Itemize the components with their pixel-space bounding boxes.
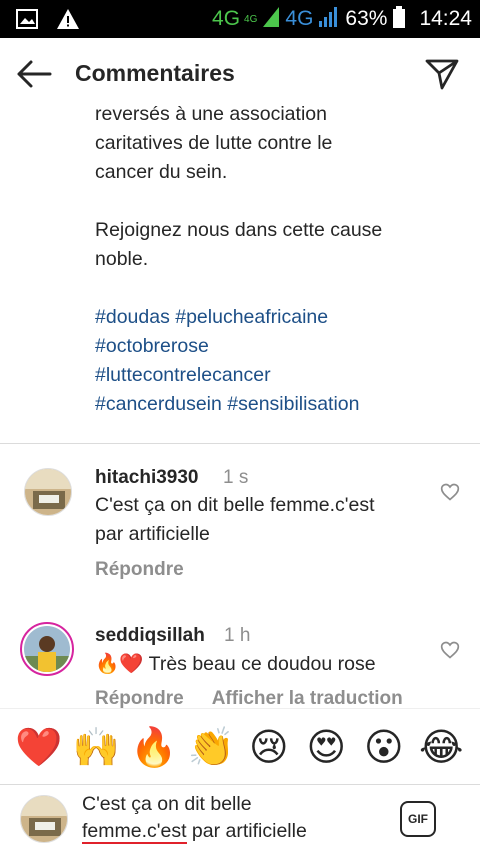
warning-icon (56, 8, 80, 35)
comment-time: 1 s (223, 467, 249, 488)
emoji-surprised-button[interactable]: 😮 (360, 723, 408, 771)
back-button[interactable] (16, 56, 56, 92)
comment-emoji: 🔥❤️ (95, 652, 144, 675)
caption-line: caritatives de lutte contre le (95, 132, 333, 154)
comment-username[interactable]: seddiqsillah (95, 625, 205, 647)
emoji-heart-eyes-button[interactable]: 😍 (302, 723, 350, 771)
comment-username[interactable]: hitachi3930 (95, 467, 199, 489)
signal-icon-2 (319, 6, 339, 32)
page-title: Commentaires (75, 60, 235, 86)
comment-text-line: Très beau ce doudou rose (148, 653, 376, 675)
caption-line: Rejoignez nous dans cette cause (95, 219, 383, 241)
caption-line: cancer du sein. (95, 161, 228, 183)
my-avatar (20, 795, 68, 843)
emoji-clap-button[interactable]: 👏 (187, 723, 235, 771)
comment-actions: Répondre Afficher la traduction (95, 688, 403, 710)
divider (0, 443, 480, 444)
comment-text: 🔥❤️ Très beau ce doudou rose (95, 649, 415, 679)
comment-text-line: par artificielle (95, 523, 210, 545)
comment-composer: C'est ça on dit belle femme.c'est par ar… (0, 784, 480, 854)
comment-input-rest: par artificielle (186, 820, 307, 842)
reply-button[interactable]: Répondre (95, 688, 184, 710)
comment-time: 1 h (224, 625, 251, 646)
avatar[interactable] (20, 622, 74, 676)
network-type-2: 4G (285, 7, 314, 30)
comment-text: C'est ça on dit belle femme.c'est par ar… (95, 491, 415, 549)
network-type-1-sup: 4G (244, 13, 258, 25)
emoji-quick-bar: ❤️ 🙌 🔥 👏 😢 😍 😮 😂 (0, 708, 480, 784)
hashtag-line[interactable]: #luttecontrelecancer (95, 361, 465, 390)
comment-input[interactable]: C'est ça on dit belle femme.c'est par ar… (82, 791, 372, 845)
comment-input-line: femme.c'est par artificielle (82, 818, 372, 845)
emoji-heart-button[interactable]: ❤️ (15, 723, 63, 771)
emoji-cry-button[interactable]: 😢 (245, 723, 293, 771)
gallery-notification-icon (16, 9, 38, 34)
translate-button[interactable]: Afficher la traduction (212, 688, 403, 710)
back-arrow-icon (17, 60, 52, 88)
battery-percent: 63% (345, 7, 388, 30)
emoji-fire-button[interactable]: 🔥 (130, 723, 178, 771)
emoji-raised-hands-button[interactable]: 🙌 (72, 723, 120, 771)
clock: 14:24 (419, 7, 472, 30)
like-heart-icon[interactable] (440, 482, 460, 502)
comment-text-line: C'est ça on dit belle femme.c'est (95, 494, 375, 516)
share-button[interactable] (424, 56, 462, 92)
hashtag-line[interactable]: #cancerdusein #sensibilisation (95, 390, 465, 419)
emoji-laugh-button[interactable]: 😂 (417, 723, 465, 771)
hashtag-line[interactable]: #octobrerose (95, 332, 465, 361)
avatar[interactable] (24, 468, 72, 516)
spellcheck-word: femme.c'est (82, 820, 187, 844)
post-caption: reversés à une association caritatives d… (95, 100, 465, 419)
battery-icon (393, 5, 406, 33)
caption-line: noble. (95, 248, 149, 270)
reply-button[interactable]: Répondre (95, 559, 184, 581)
status-bar: 4G 4G 4G 63% 14:24 (0, 0, 480, 38)
hashtag-line[interactable]: #doudas #pelucheafricaine (95, 303, 465, 332)
signal-icon-1 (263, 6, 280, 32)
network-type-1: 4G (212, 7, 241, 30)
paper-plane-icon (425, 59, 459, 90)
gif-button[interactable]: GIF (400, 801, 436, 837)
comment-actions: Répondre (95, 559, 184, 581)
caption-line: reversés à une association (95, 103, 327, 125)
like-heart-icon[interactable] (440, 640, 460, 660)
comment-input-line: C'est ça on dit belle (82, 793, 252, 815)
